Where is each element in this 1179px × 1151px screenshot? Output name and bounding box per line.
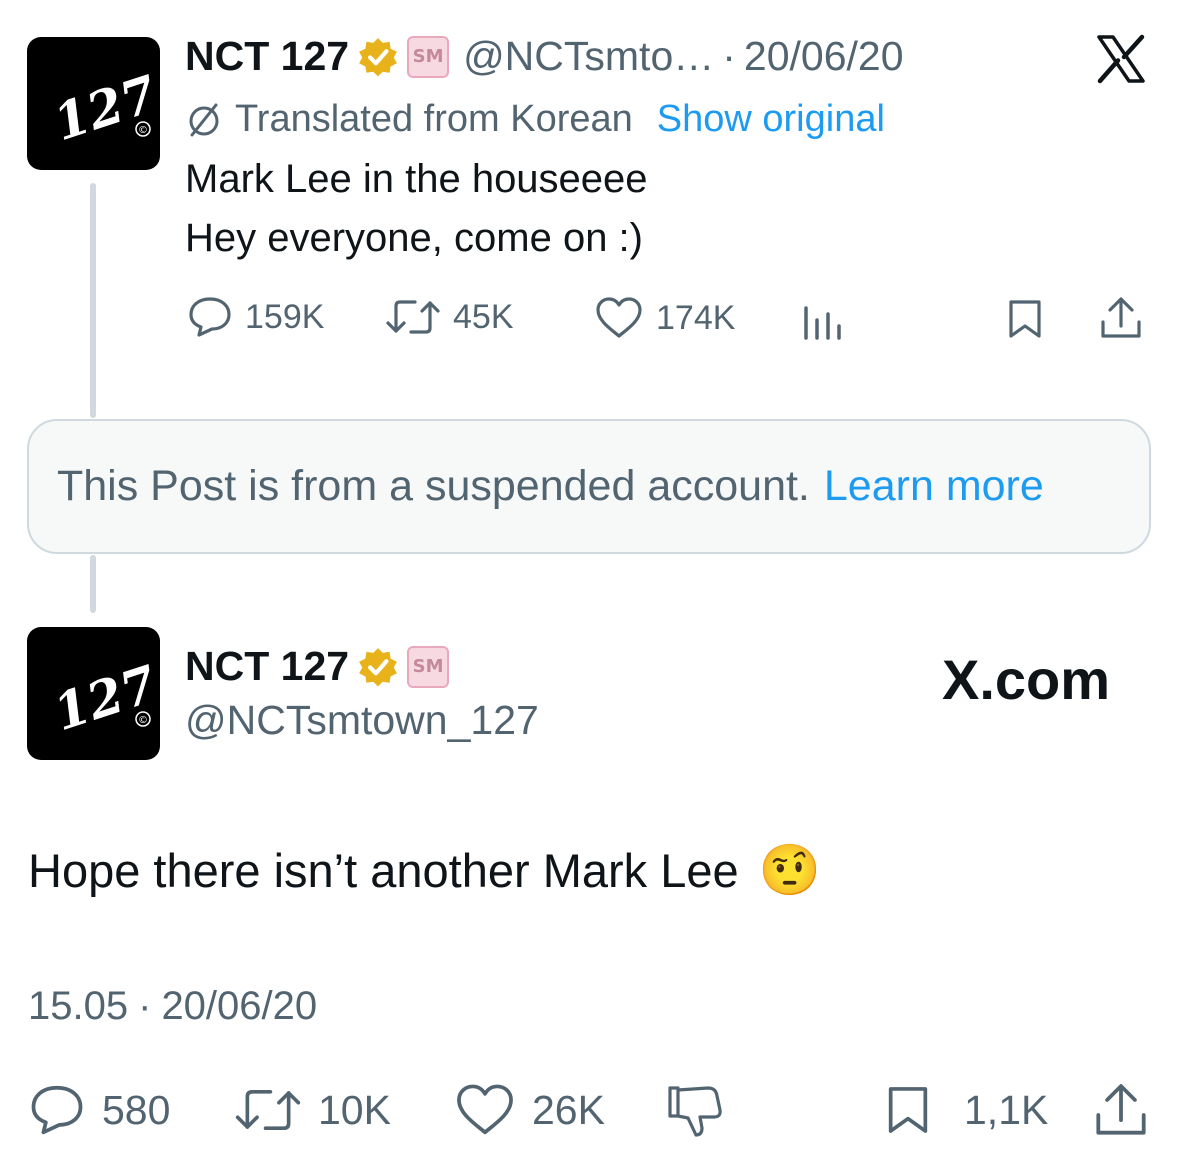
like-button[interactable]: 174K [594, 296, 735, 340]
post-date[interactable]: 20/06/20 [744, 33, 904, 80]
bookmark-count: 1,1K [964, 1086, 1049, 1133]
views-icon[interactable] [800, 300, 844, 340]
x-brand: X.com [942, 648, 1111, 711]
sm-badge-icon: SM [407, 645, 450, 688]
bookmark-icon [888, 1087, 928, 1133]
like-count: 26K [532, 1086, 605, 1133]
learn-more-link[interactable]: Learn more [824, 462, 1044, 511]
reply-button[interactable]: 159K [187, 296, 324, 338]
translate-icon [189, 103, 219, 136]
post-text-content: Hope there isn’t another Mark Lee [28, 844, 739, 897]
quoted-header: NCT 127 SM @NCTsmto… · 20/06/20 [185, 33, 904, 80]
post-time: 15.05 [28, 984, 129, 1028]
suspended-text: This Post is from a suspended account. [57, 462, 810, 510]
translation-row: Translated from Korean Show original [185, 98, 885, 141]
avatar[interactable]: 127 © [27, 627, 160, 760]
avatar[interactable]: 127 © [27, 37, 160, 170]
thread-line [90, 183, 96, 418]
bookmark-button[interactable]: 1,1K [882, 1084, 1048, 1136]
raised-eyebrow-emoji: 🤨 [758, 841, 821, 899]
thread-line [90, 555, 96, 613]
author-handle[interactable]: @NCTsmtown_127 [185, 697, 539, 744]
post-text-line: Hey everyone, come on :) [185, 216, 643, 260]
svg-text:127: 127 [47, 64, 160, 152]
suspended-notice: This Post is from a suspended account. L… [27, 419, 1151, 554]
repost-button[interactable]: 45K [385, 296, 514, 338]
like-count: 174K [656, 298, 736, 337]
separator: · [138, 984, 152, 1028]
post-date[interactable]: 20/06/20 [161, 984, 317, 1029]
show-original-link[interactable]: Show original [657, 98, 885, 141]
dislike-icon[interactable] [664, 1082, 724, 1140]
reply-icon [189, 297, 231, 337]
nct127-logo: 127 © [47, 64, 160, 152]
share-icon[interactable] [1098, 296, 1144, 340]
svg-text:©: © [138, 125, 148, 136]
separator: · [722, 33, 736, 79]
bookmark-icon[interactable] [1004, 298, 1046, 340]
post-text: Hope there isn’t another Mark Lee 🤨 [28, 841, 821, 900]
author-name[interactable]: NCT 127 [185, 643, 349, 690]
reply-count: 580 [102, 1086, 171, 1133]
post-text-line: Mark Lee in the houseeee [185, 157, 648, 201]
svg-text:127: 127 [47, 654, 160, 742]
x-logo-icon [1097, 34, 1145, 84]
like-icon [596, 297, 642, 338]
verified-badge-icon [359, 647, 397, 686]
nct127-logo: 127 © [47, 654, 160, 742]
reply-count: 159K [245, 297, 325, 336]
svg-text:©: © [138, 715, 148, 726]
verified-badge-icon [359, 37, 397, 76]
author-name[interactable]: NCT 127 [185, 33, 349, 80]
repost-button[interactable]: 10K [234, 1084, 391, 1136]
repost-count: 45K [453, 297, 514, 336]
reply-button[interactable]: 580 [28, 1084, 170, 1136]
share-icon[interactable] [1092, 1082, 1150, 1138]
reply-icon [31, 1085, 83, 1135]
translated-label: Translated from Korean [235, 98, 633, 140]
like-icon [457, 1084, 513, 1135]
like-button[interactable]: 26K [454, 1082, 605, 1138]
repost-count: 10K [318, 1086, 391, 1133]
sm-badge-icon: SM [407, 35, 450, 78]
author-handle[interactable]: @NCTsmto… [463, 33, 714, 80]
post-timestamp: 15.05 · 20/06/20 [28, 984, 317, 1029]
main-header: NCT 127 SM [185, 643, 450, 690]
repost-icon [235, 1089, 301, 1131]
repost-icon [386, 300, 440, 334]
